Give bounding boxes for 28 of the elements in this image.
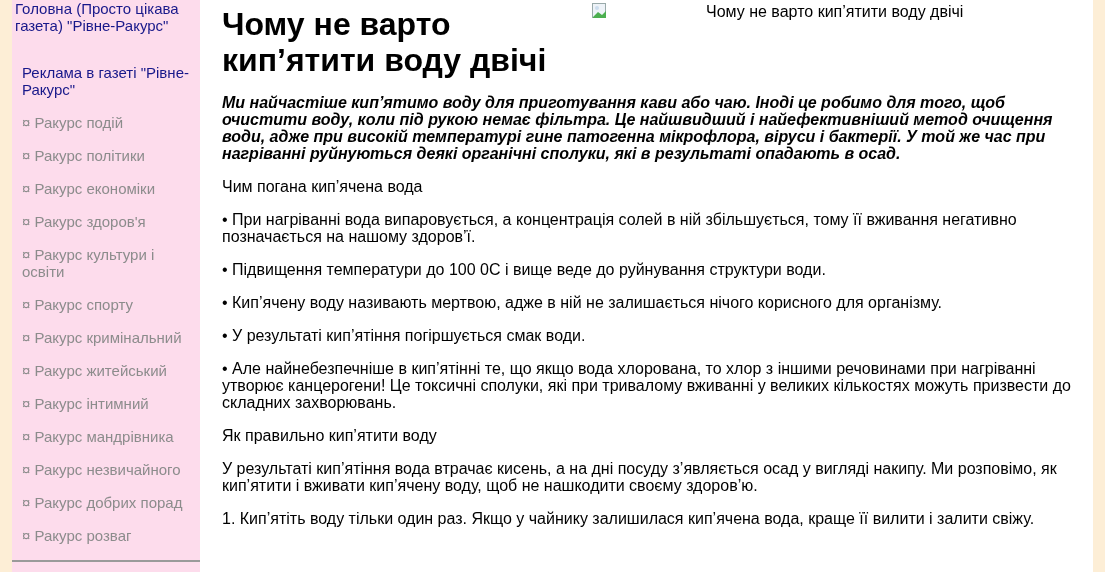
- paragraph: • Підвищення температури до 100 0С і вище веде до руйнування структури води.: [222, 261, 827, 278]
- sidebar-link[interactable]: ¤ Ракурс мандрівника: [12, 428, 200, 445]
- sidebar-link[interactable]: ¤ Ракурс кримінальний: [12, 329, 200, 346]
- sidebar-link[interactable]: Головна (Просто цікава газета) "Рівне-Ракурс": [12, 0, 200, 34]
- sidebar-link[interactable]: ¤ Ракурс добрих порад: [12, 494, 200, 511]
- paragraph: Ми найчастіше кип’ятимо воду для приготування кави або чаю. Іноді це робимо для того, щоб очистити воду, коли під рукою немає фільтра. Це найшвидший і найефективніший метод очищення води, адже при високій температурі гине патогенна мікрофлора, віруси і бактерії. У той же час при нагріванні руйнуються деякі органічні сполуки, які в результаті опадають в осад.: [222, 94, 1054, 162]
- paragraph: • У результаті кип’ятіння погіршується смак води.: [222, 327, 587, 344]
- sidebar-link[interactable]: Реклама в газеті "Рівне-Ракурс": [12, 64, 200, 98]
- paragraph: 1. Кип’ятіть воду тільки один раз. Якщо у чайнику залишилася кип’ячена вода, краще її вилити і залити свіжу.: [222, 510, 1036, 527]
- paragraph: У результаті кип’ятіння вода втрачає кисень, а на дні посуду з’являється осад у вигляді накипу. Ми розповімо, як кип’ятити і вживати кип’ячену воду, щоб не нашкодити своєму здоров’ю.: [222, 460, 1058, 494]
- paragraph: • Але найнебезпечніше в кип’ятінні те, що якщо вода хлорована, то хлор з іншими речовинами при нагріванні утворює канцерогени! Це токсичні сполуки, які при тривалому вживанні у великих кількостях можуть призвести до складних захворювань.: [222, 360, 1071, 411]
- sidebar-link[interactable]: ¤ Ракурс політики: [12, 147, 200, 164]
- sidebar-link[interactable]: ¤ Ракурс житейський: [12, 362, 200, 379]
- sidebar-link[interactable]: ¤ Ракурс здоров'я: [12, 213, 200, 230]
- sidebar-link[interactable]: ¤ Ракурс спорту: [12, 296, 200, 313]
- article-title: Чому не варто кип’ятити воду двічі: [222, 6, 548, 78]
- sidebar-link[interactable]: ¤ Ракурс розваг: [12, 527, 200, 544]
- paragraph: Як правильно кип’ятити воду: [222, 427, 438, 444]
- broken-image-icon: [592, 3, 608, 19]
- paragraph: • При нагріванні вода випаровується, а концентрація солей в ній збільшується, тому її вживання негативно позначається на нашому здоров’ї.: [222, 211, 1018, 245]
- sidebar-link[interactable]: ¤ Ракурс економіки: [12, 180, 200, 197]
- image-alt-text: Чому не варто кип’ятити воду двічі: [706, 3, 964, 20]
- paragraph: Чим погана кип’ячена вода: [222, 178, 424, 195]
- paragraph: • Кип’ячену воду називають мертвою, адже в ній не залишається нічого корисного для організму.: [222, 294, 944, 311]
- sidebar-link[interactable]: ¤ Ракурс незвичайного: [12, 461, 200, 478]
- sidebar-link[interactable]: ¤ Ракурс подій: [12, 114, 200, 131]
- sidebar-link[interactable]: ¤ Ракурс інтимний: [12, 395, 200, 412]
- sidebar-link[interactable]: ¤ Ракурс культури і освіти: [12, 246, 200, 280]
